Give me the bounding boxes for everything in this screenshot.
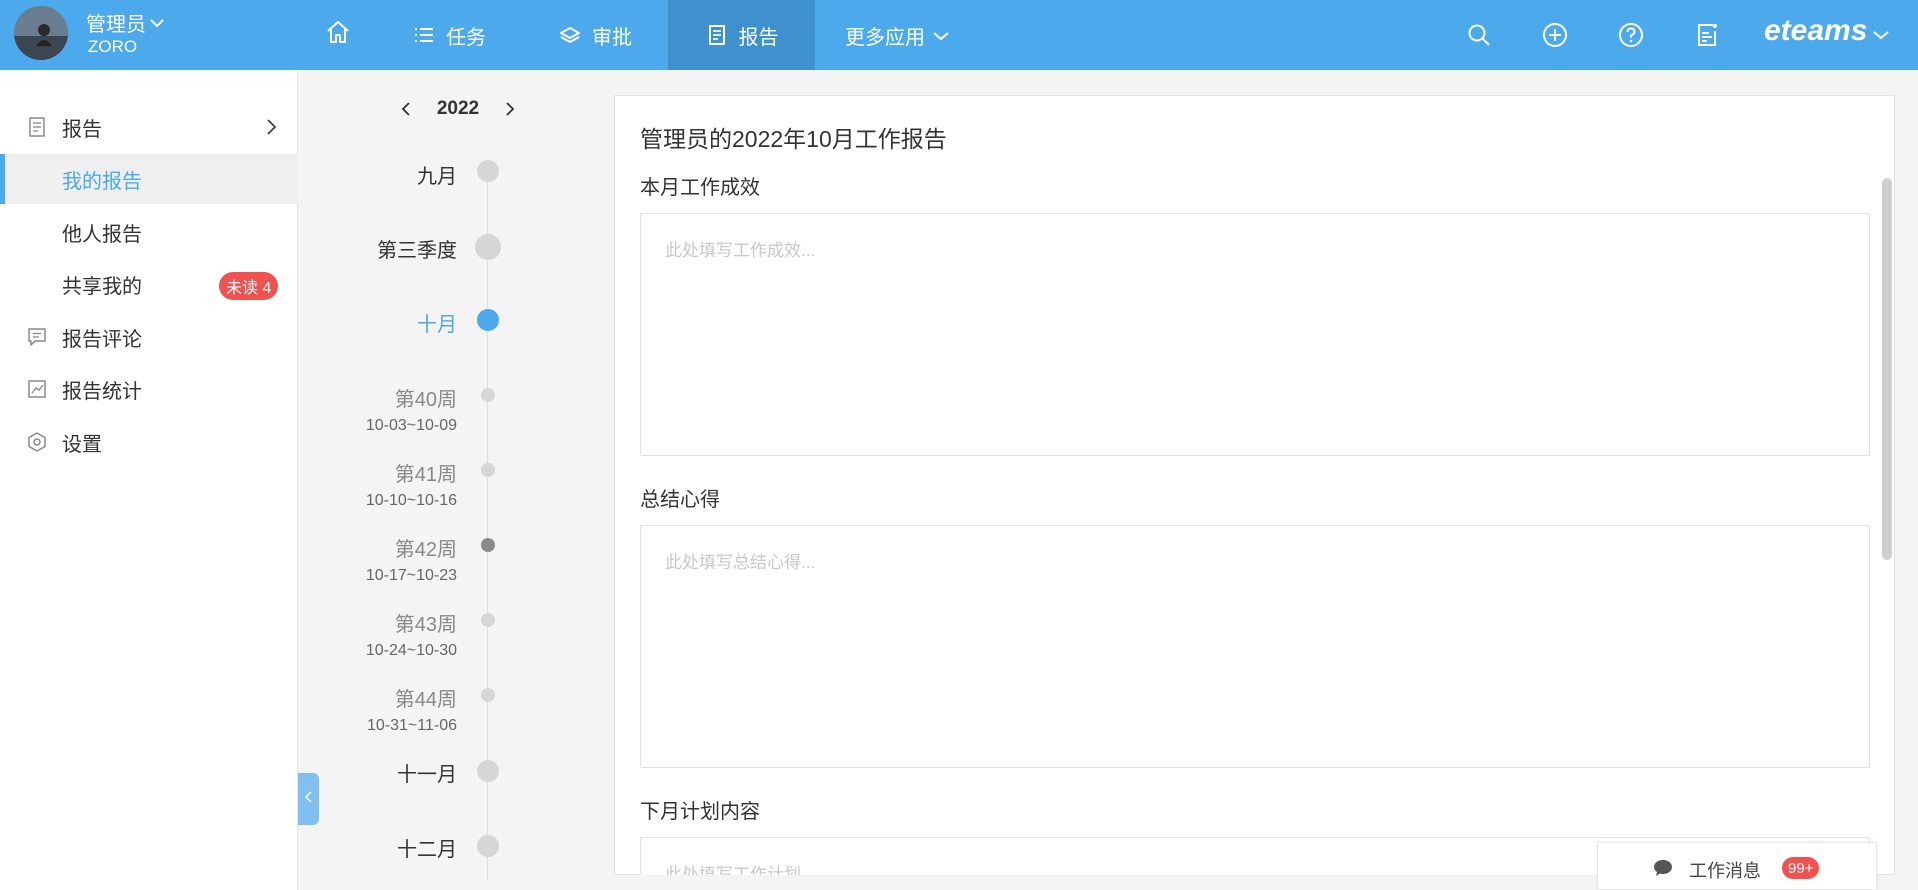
page-title: 管理员的2022年10月工作报告 xyxy=(640,126,947,152)
sidebar-item-label: 我的报告 xyxy=(62,170,142,193)
unread-badge: 未读 4 xyxy=(219,272,279,300)
sidebar-item-label: 设置 xyxy=(62,433,102,456)
timeline-week-44[interactable]: 第44周 xyxy=(395,683,457,712)
user-name: 管理员 xyxy=(86,14,146,36)
timeline-week-41[interactable]: 第41周 xyxy=(395,458,457,487)
timeline-dot[interactable] xyxy=(477,760,499,782)
sidebar-item-others-reports[interactable]: 他人报告 xyxy=(0,207,298,257)
user-menu[interactable]: 管理员 xyxy=(86,8,164,37)
work-messages-widget[interactable]: 工作消息 99+ xyxy=(1597,842,1877,890)
sidebar-item-settings[interactable]: 设置 xyxy=(0,417,298,467)
report-timeline: 2022 九月 第三季度 十月 第40周 10-03~10-09 第41周 10… xyxy=(298,70,614,890)
chart-icon xyxy=(26,378,48,400)
sidebar-item-report[interactable]: 报告 xyxy=(0,102,298,152)
timeline-week-range: 10-03~10-09 xyxy=(365,417,457,434)
sidebar-item-my-reports[interactable]: 我的报告 xyxy=(0,154,298,204)
timeline-week-42[interactable]: 第42周 xyxy=(395,533,457,562)
sidebar-item-report-stats[interactable]: 报告统计 xyxy=(0,364,298,414)
sidebar-item-label: 报告 xyxy=(62,118,102,141)
brand-logo[interactable]: eteams xyxy=(1764,14,1890,48)
nav-report[interactable]: 报告 xyxy=(668,0,815,70)
sidebar: 报告 我的报告 他人报告 共享我的 未读 4 报告评论 报告统计 设置 xyxy=(0,70,298,890)
timeline-dot[interactable] xyxy=(481,388,495,402)
list-icon xyxy=(412,23,436,47)
sidebar-item-shared-with-me[interactable]: 共享我的 未读 4 xyxy=(0,259,298,309)
timeline-dot[interactable] xyxy=(475,234,501,260)
chevron-down-icon xyxy=(933,24,949,47)
chevron-right-icon xyxy=(262,117,282,137)
sidebar-item-label: 报告评论 xyxy=(62,328,142,351)
section-label-next-month-plan: 下月计划内容 xyxy=(640,801,760,823)
timeline-dot[interactable] xyxy=(481,613,495,627)
summary-textarea[interactable]: 此处填写总结心得... xyxy=(640,525,1870,768)
add-icon[interactable] xyxy=(1542,22,1568,48)
placeholder-text: 此处填写工作计划... xyxy=(665,865,816,875)
nav-approve-label: 审批 xyxy=(592,26,632,49)
document-icon xyxy=(705,23,729,47)
section-label-summary: 总结心得 xyxy=(640,489,720,511)
home-icon xyxy=(325,19,351,51)
timeline-dot-filled[interactable] xyxy=(481,538,495,552)
next-year-button[interactable] xyxy=(500,100,518,118)
avatar[interactable] xyxy=(14,6,68,60)
timeline-dot[interactable] xyxy=(481,463,495,477)
nav-more-label: 更多应用 xyxy=(845,26,925,49)
chat-bubble-icon xyxy=(1653,859,1673,877)
nav-more-apps[interactable]: 更多应用 xyxy=(845,0,949,70)
timeline-week-43[interactable]: 第43周 xyxy=(395,608,457,637)
settings-icon xyxy=(26,431,48,453)
nav-report-label: 报告 xyxy=(738,26,779,49)
nav-home[interactable] xyxy=(318,0,358,70)
placeholder-text: 此处填写总结心得... xyxy=(665,553,816,572)
timeline-week-40[interactable]: 第40周 xyxy=(395,383,457,412)
timeline-dot[interactable] xyxy=(481,688,495,702)
notes-icon[interactable] xyxy=(1694,22,1720,48)
timeline-week-range: 10-17~10-23 xyxy=(365,567,457,584)
document-icon xyxy=(26,116,48,138)
comment-icon xyxy=(26,326,48,348)
layers-icon xyxy=(558,23,582,47)
timeline-month-dec[interactable]: 十二月 xyxy=(397,833,457,862)
section-label-achievements: 本月工作成效 xyxy=(640,177,760,199)
achievements-textarea[interactable]: 此处填写工作成效... xyxy=(640,213,1870,456)
search-icon[interactable] xyxy=(1466,22,1492,48)
work-messages-label: 工作消息 xyxy=(1689,861,1761,881)
report-editor-panel: 管理员的2022年10月工作报告 本月工作成效 此处填写工作成效... 总结心得… xyxy=(614,95,1895,875)
timeline-dot[interactable] xyxy=(477,835,499,857)
sidebar-item-report-comments[interactable]: 报告评论 xyxy=(0,312,298,362)
sidebar-item-label: 他人报告 xyxy=(62,223,142,246)
timeline-month-sep[interactable]: 九月 xyxy=(417,160,457,189)
message-count-badge: 99+ xyxy=(1782,857,1820,879)
chevron-down-icon xyxy=(150,11,164,34)
timeline-month-nov[interactable]: 十一月 xyxy=(397,758,457,787)
timeline-dot-selected[interactable] xyxy=(477,309,499,331)
scrollbar[interactable] xyxy=(1882,178,1892,560)
nav-approve[interactable]: 审批 xyxy=(558,0,632,70)
sidebar-item-label: 报告统计 xyxy=(62,380,142,403)
nav-task[interactable]: 任务 xyxy=(412,0,486,70)
year-label: 2022 xyxy=(436,98,480,119)
help-icon[interactable] xyxy=(1618,22,1644,48)
timeline-dot[interactable] xyxy=(477,160,499,182)
timeline-week-range: 10-31~11-06 xyxy=(367,717,457,734)
year-switcher: 2022 xyxy=(398,98,518,120)
timeline-week-range: 10-24~10-30 xyxy=(365,642,457,659)
placeholder-text: 此处填写工作成效... xyxy=(665,241,816,260)
previous-year-button[interactable] xyxy=(398,100,416,118)
timeline-quarter-q3[interactable]: 第三季度 xyxy=(377,234,457,263)
timeline-month-oct[interactable]: 十月 xyxy=(417,308,457,337)
top-navigation-bar: 管理员 ZORO 任务 审批 报告 更多应用 eteams xyxy=(0,0,1918,70)
brand-name: eteams xyxy=(1764,14,1868,47)
user-subtitle: ZORO xyxy=(88,37,138,56)
nav-task-label: 任务 xyxy=(446,26,486,49)
timeline-week-range: 10-10~10-16 xyxy=(365,492,457,509)
sidebar-item-label: 共享我的 xyxy=(62,275,142,298)
chevron-down-icon xyxy=(1873,14,1890,48)
